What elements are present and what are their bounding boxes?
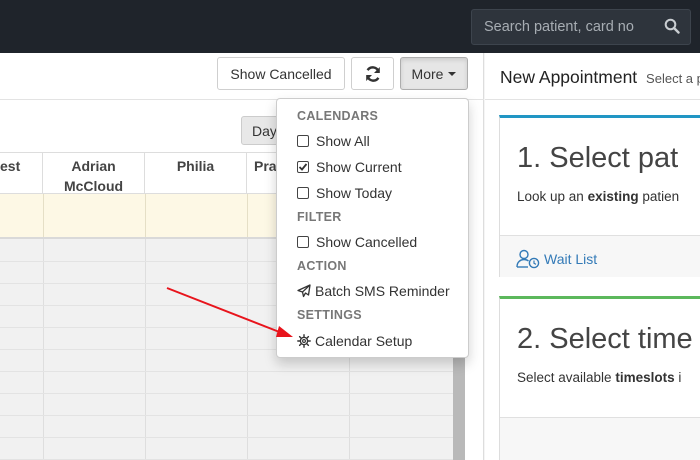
menu-item-calendar-setup[interactable]: Calendar Setup [297,330,412,352]
patient-search[interactable] [471,9,691,45]
menu-item-show-cancelled[interactable]: Show Cancelled [297,231,417,253]
column-header-label: est [0,158,21,174]
checkbox-unchecked-icon [297,135,309,147]
menu-item-label: Calendar Setup [315,333,413,349]
step2-text-bold: timeslots [615,370,675,385]
top-navbar [0,0,700,53]
search-icon[interactable] [664,18,680,34]
menu-item-label: Show Cancelled [316,234,418,250]
column-header: Adrian McCloud [43,152,145,194]
day-view-button[interactable]: Day [241,116,281,145]
checkbox-unchecked-icon [297,187,309,199]
step2-footer [500,417,700,460]
menu-item-label: Batch SMS Reminder [315,283,450,299]
step2-title: 2. Select time [517,323,693,355]
caret-down-icon [448,71,457,76]
more-dropdown-menu: CALENDARS Show All Show Current Show Tod… [276,98,469,358]
panel-divider [485,99,700,100]
panel-subtitle: Select a p [646,71,700,86]
menu-header-filter: FILTER [297,210,342,224]
step2-text-suffix: i [678,370,682,385]
menu-header-calendars: CALENDARS [297,109,379,123]
column-header-label: Philia [176,158,215,174]
step2-text-prefix: Select available [517,370,612,385]
menu-item-label: Show All [316,133,370,149]
column-header: Philia [145,152,247,194]
step1-description: Look up an existing patien [517,189,679,204]
checkbox-unchecked-icon [297,236,309,248]
menu-header-settings: SETTINGS [297,308,362,322]
user-clock-icon [516,249,540,269]
menu-item-show-current[interactable]: Show Current [297,156,402,178]
step1-title: 1. Select pat [517,142,679,174]
refresh-icon [365,65,380,82]
step-select-time-card: 2. Select time Select available timeslot… [499,296,700,460]
column-header: est [0,152,43,194]
step1-text-prefix: Look up an [517,189,584,204]
gear-icon [297,334,311,348]
wait-list-label: Wait List [544,251,598,267]
step1-text-suffix: patien [642,189,680,204]
menu-item-label: Show Current [316,159,402,175]
panel-title: New Appointment [500,67,638,87]
wait-list-link[interactable]: Wait List [516,249,597,269]
menu-item-show-all[interactable]: Show All [297,130,370,152]
step1-text-bold: existing [587,189,639,204]
search-input[interactable] [472,10,657,44]
new-appointment-header: New Appointment Select a p [500,67,700,88]
menu-item-batch-sms[interactable]: Batch SMS Reminder [297,280,450,302]
menu-header-action: ACTION [297,259,347,273]
menu-item-show-today[interactable]: Show Today [297,182,392,204]
step1-footer: Wait List [500,235,700,277]
column-header-label: Pra [254,158,277,174]
checkbox-checked-icon [297,161,309,173]
more-dropdown-button[interactable]: More [400,57,468,90]
step2-description: Select available timeslots i [517,370,681,385]
new-appointment-panel: New Appointment Select a p 1. Select pat… [485,53,700,460]
more-label: More [411,65,444,82]
step-select-patient-card: 1. Select pat Look up an existing patien… [499,115,700,277]
paper-plane-icon [297,284,311,298]
refresh-button[interactable] [351,57,394,90]
menu-item-label: Show Today [316,185,393,201]
column-header-label: Adrian McCloud [63,158,124,194]
show-cancelled-button[interactable]: Show Cancelled [217,57,345,90]
